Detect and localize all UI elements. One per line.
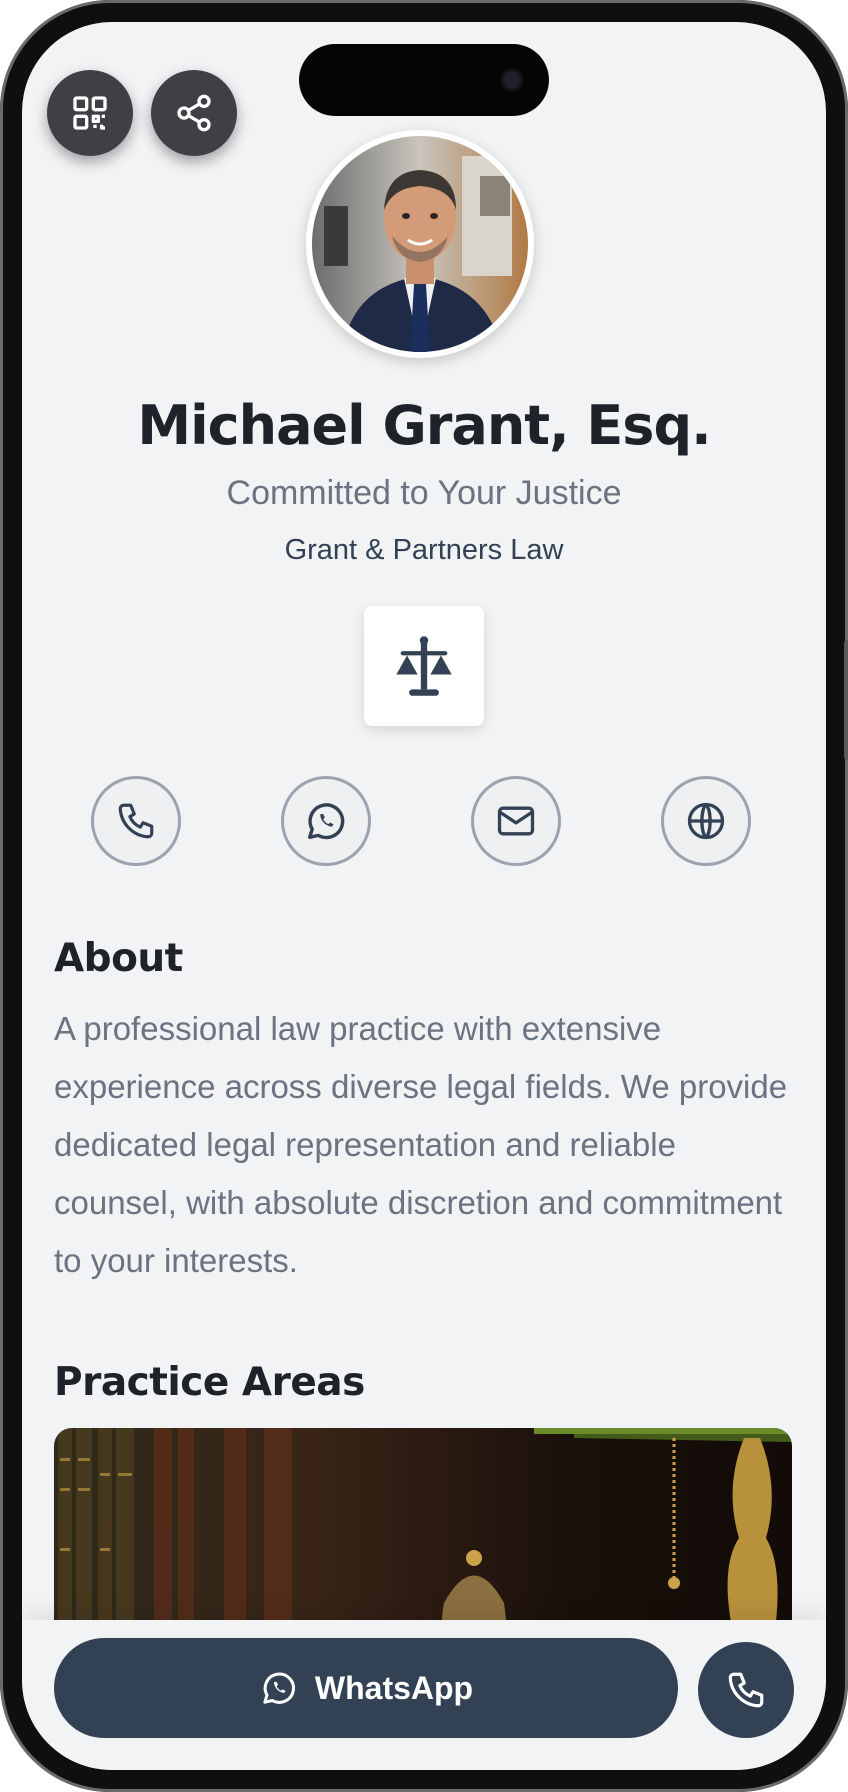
share-button[interactable] — [151, 70, 237, 156]
about-text: A professional law practice with extensi… — [54, 1010, 788, 1279]
camera-dot — [501, 69, 523, 91]
mail-icon — [497, 806, 535, 836]
website-contact-button[interactable] — [661, 776, 751, 866]
whatsapp-contact-button[interactable] — [281, 776, 371, 866]
email-contact-button[interactable] — [471, 776, 561, 866]
screen: Michael Grant, Esq. Committed to Your Ju… — [22, 22, 826, 1770]
profile-name: Michael Grant, Esq. — [137, 394, 711, 457]
globe-icon — [687, 802, 725, 840]
call-cta-button[interactable] — [698, 1642, 794, 1738]
whatsapp-icon — [307, 803, 345, 840]
phone-icon — [728, 1672, 764, 1708]
practice-areas-image — [54, 1428, 792, 1638]
scales-of-justice-icon — [396, 636, 452, 696]
firm-name: Grant & Partners Law — [284, 534, 564, 566]
portrait-image — [312, 136, 528, 352]
library-image — [54, 1428, 792, 1638]
dynamic-island — [299, 44, 549, 116]
phone-icon — [118, 803, 154, 839]
profile-photo — [306, 130, 534, 358]
profile-tagline: Committed to Your Justice — [226, 474, 622, 512]
phone-frame: Michael Grant, Esq. Committed to Your Ju… — [0, 0, 848, 1792]
qr-code-button[interactable] — [47, 70, 133, 156]
practice-areas-heading: Practice Areas — [54, 1360, 365, 1405]
share-icon — [177, 94, 211, 132]
call-contact-button[interactable] — [91, 776, 181, 866]
whatsapp-icon — [263, 1672, 295, 1704]
whatsapp-cta-button[interactable]: WhatsApp — [54, 1638, 678, 1738]
whatsapp-cta-label: WhatsApp — [314, 1669, 474, 1706]
side-button — [844, 640, 848, 760]
firm-logo — [364, 606, 484, 726]
qr-code-icon — [73, 96, 107, 130]
about-heading: About — [54, 936, 183, 981]
